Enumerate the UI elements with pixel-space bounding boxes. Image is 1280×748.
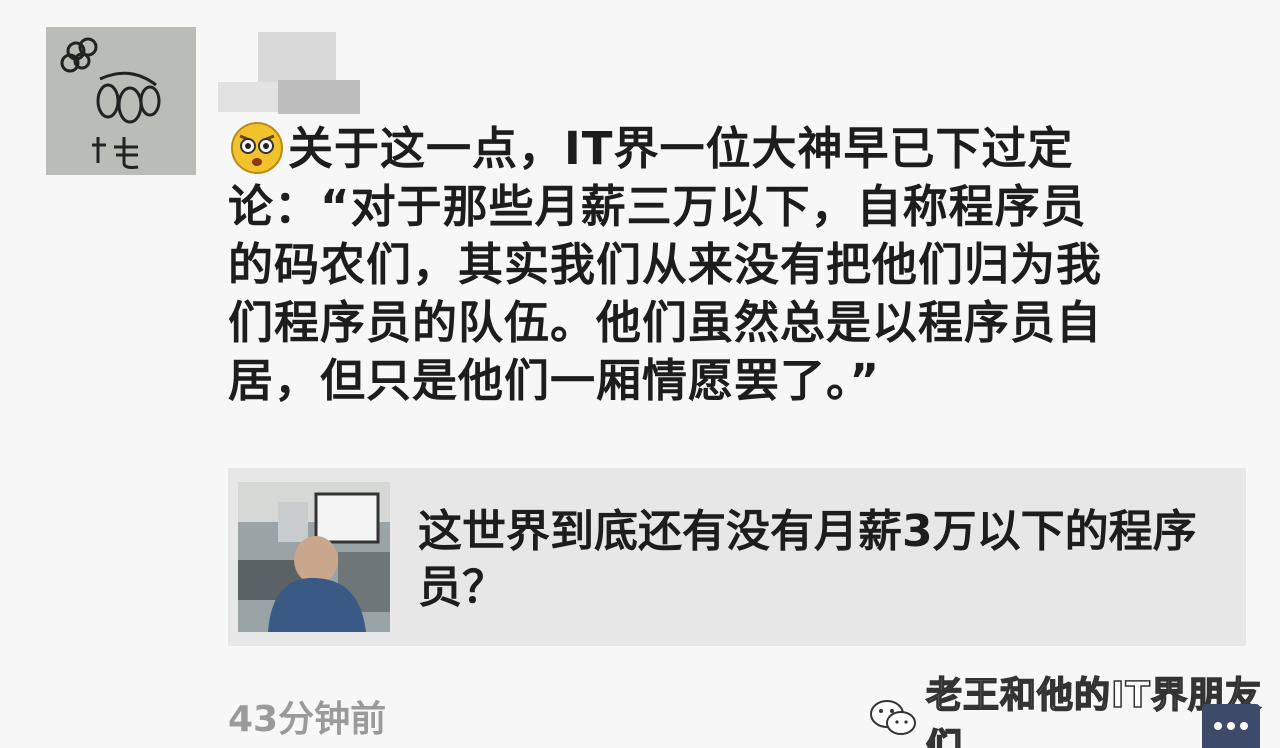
avatar[interactable] [46,27,196,175]
post-text-line-5: 居，但只是他们一厢情愿罢了。” [228,354,881,407]
comment-button[interactable] [1202,704,1260,748]
post-timestamp: 43分钟前 [228,699,387,740]
wechat-icon [868,698,918,738]
post-text-line-4: 们程序员的队伍。他们虽然总是以程序员自 [228,296,1103,349]
moment-post: 关于这一点，IT界一位大神早已下过定 论：“对于那些月薪三万以下，自称程序员 的… [0,0,1280,748]
username-blurred[interactable] [218,28,428,114]
surprised-face-icon [228,118,286,176]
shared-link-card[interactable]: 这世界到底还有没有月薪3万以下的程序员？ [228,468,1246,646]
post-text: 关于这一点，IT界一位大神早已下过定 论：“对于那些月薪三万以下，自称程序员 的… [228,118,1248,410]
post-text-line-2: 论：“对于那些月薪三万以下，自称程序员 [228,180,1087,233]
link-thumbnail [238,482,390,632]
post-text-line-1: 关于这一点，IT界一位大神早已下过定 [288,122,1074,175]
post-text-line-3: 的码农们，其实我们从来没有把他们归为我 [228,238,1103,291]
avatar-doodle-icon [46,27,196,175]
link-title: 这世界到底还有没有月薪3万以下的程序员？ [418,506,1197,613]
programmer-at-desk-icon [238,482,390,632]
